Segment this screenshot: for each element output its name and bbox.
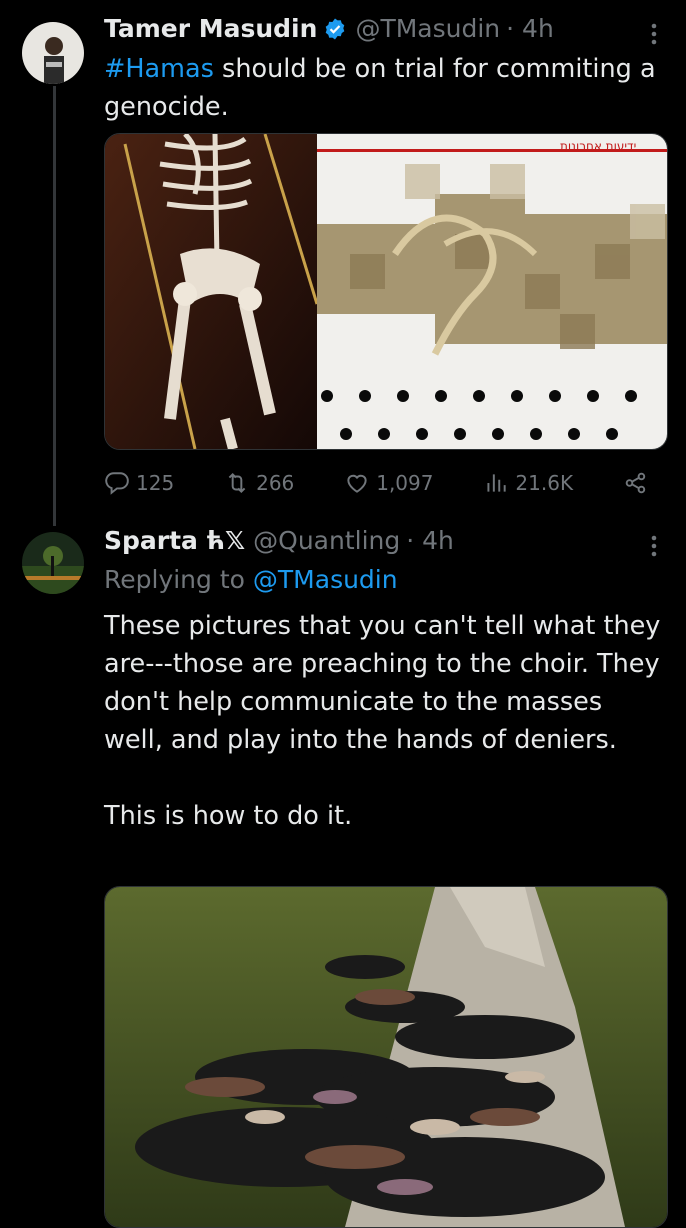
timestamp[interactable]: · 4h [506,14,554,43]
share-icon [625,472,646,494]
like-button[interactable]: 1,097 [344,470,433,496]
tweet-text-paragraph: This is how to do it. [104,801,353,831]
repost-icon [228,472,246,494]
tweet-header: Tamer Masudin @TMasudin · 4h [104,14,554,43]
views-icon [487,474,507,492]
replying-to: Replying to @TMasudin [104,565,398,594]
share-button[interactable] [623,470,649,496]
tweet-text: #Hamas should be on trial for commiting … [104,50,666,126]
tweet-tamer[interactable]: Tamer Masudin @TMasudin · 4h #Hamas shou… [0,0,686,520]
more-icon[interactable] [650,22,658,51]
reply-count: 125 [136,471,175,495]
like-count: 1,097 [376,471,434,495]
tweet-header: Sparta ћ𝕏 @Quantling · 4h [104,526,454,555]
author-name[interactable]: Sparta ћ𝕏 [104,526,245,555]
avatar-tamer[interactable] [22,22,84,84]
views-button[interactable]: 21.6K [483,470,573,496]
repost-button[interactable]: 266 [224,470,294,496]
views-count: 21.6K [515,471,574,495]
more-icon[interactable] [650,534,658,563]
author-handle[interactable]: @Quantling [253,526,400,555]
verified-badge-icon [323,17,347,41]
author-handle[interactable]: @TMasudin [355,14,500,43]
tweet-actions: 125 266 1,097 21.6K [104,470,649,496]
timestamp[interactable]: · 4h [406,526,454,555]
like-icon [347,474,367,493]
replying-to-handle[interactable]: @TMasudin [253,565,398,594]
reply-button[interactable]: 125 [104,470,174,496]
hashtag-link[interactable]: #Hamas [104,54,214,84]
tweet-text-paragraph: These pictures that you can't tell what … [104,611,661,755]
tweet-sparta[interactable]: Sparta ћ𝕏 @Quantling · 4h Replying to @T… [0,520,686,1228]
media-image [105,887,667,1227]
avatar-sparta[interactable] [22,532,84,594]
replying-to-label: Replying to [104,565,245,594]
repost-count: 266 [256,471,295,495]
media-image: ידיעות אחרונות [105,134,667,449]
image-watermark: ידיעות אחרונות [560,139,636,153]
tweet-text: These pictures that you can't tell what … [104,607,666,835]
author-name[interactable]: Tamer Masudin [104,14,317,43]
tweet-media[interactable]: ידיעות אחרונות [104,133,668,450]
tweet-media[interactable] [104,886,668,1228]
reply-icon [105,472,129,495]
